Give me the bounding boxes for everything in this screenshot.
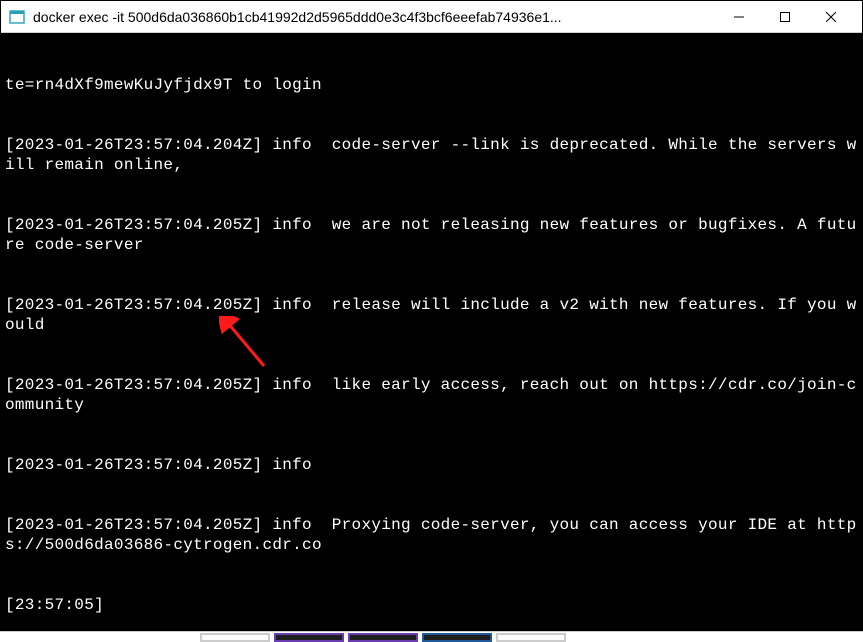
log-line: [2023-01-26T23:57:04.205Z] info bbox=[5, 455, 858, 475]
taskbar-item[interactable] bbox=[348, 633, 418, 642]
log-line: [2023-01-26T23:57:04.205Z] info we are n… bbox=[5, 215, 858, 255]
titlebar: docker exec -it 500d6da036860b1cb41992d2… bbox=[1, 1, 862, 33]
taskbar-item[interactable] bbox=[200, 633, 270, 642]
window-controls bbox=[716, 2, 854, 32]
log-line: te=rn4dXf9mewKuJyfjdx9T to login bbox=[5, 75, 858, 95]
terminal-output[interactable]: te=rn4dXf9mewKuJyfjdx9T to login [2023-0… bbox=[1, 33, 862, 630]
terminal-icon bbox=[9, 9, 25, 25]
log-line: [2023-01-26T23:57:04.205Z] info Proxying… bbox=[5, 515, 858, 555]
taskbar-fragment bbox=[0, 631, 863, 642]
taskbar-item[interactable] bbox=[274, 633, 344, 642]
taskbar-item[interactable] bbox=[496, 633, 566, 642]
log-line: [2023-01-26T23:57:04.205Z] info release … bbox=[5, 295, 858, 335]
minimize-button[interactable] bbox=[716, 2, 762, 32]
log-line: [23:57:05] bbox=[5, 595, 858, 615]
app-window: docker exec -it 500d6da036860b1cb41992d2… bbox=[0, 0, 863, 631]
window-title: docker exec -it 500d6da036860b1cb41992d2… bbox=[33, 9, 716, 25]
maximize-button[interactable] bbox=[762, 2, 808, 32]
log-line: [2023-01-26T23:57:04.205Z] info like ear… bbox=[5, 375, 858, 415]
close-button[interactable] bbox=[808, 2, 854, 32]
log-line: [2023-01-26T23:57:04.204Z] info code-ser… bbox=[5, 135, 858, 175]
taskbar-item[interactable] bbox=[422, 633, 492, 642]
